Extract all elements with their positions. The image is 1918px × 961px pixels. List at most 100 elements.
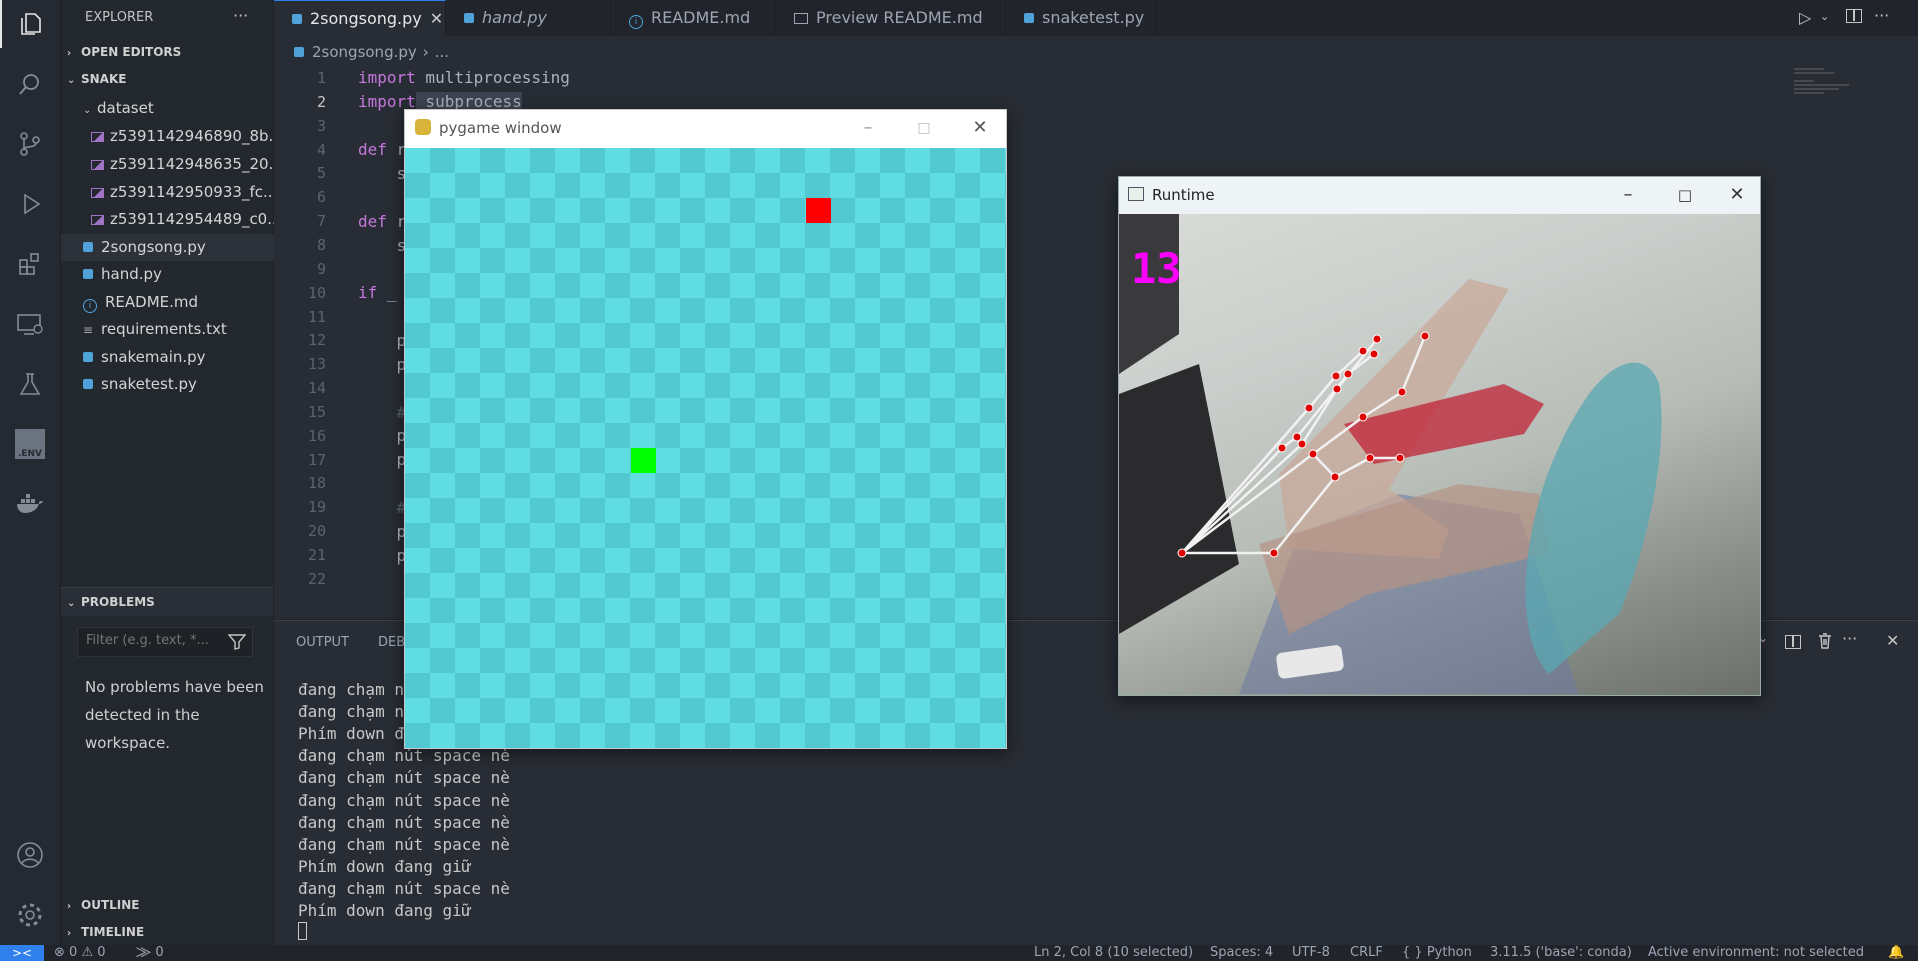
tree-file-image-2[interactable]: z5391142948635_20... [61, 151, 303, 178]
status-eol[interactable]: CRLF [1350, 945, 1383, 961]
tree-file-image-4[interactable]: z5391142954489_c0... [61, 206, 303, 233]
explorer-more-icon[interactable]: ··· [233, 6, 248, 25]
chevron-down-icon[interactable]: ⌄ [1820, 10, 1829, 23]
docker-icon[interactable] [0, 480, 60, 528]
panel-more-icon[interactable]: ··· [1842, 629, 1857, 648]
webcam-feed: 13 [1119, 214, 1760, 695]
trash-icon[interactable] [1818, 633, 1832, 653]
code-keyword: import [358, 68, 416, 87]
minimap[interactable] [1794, 66, 1864, 126]
tree-file-label: z5391142954489_c0... [110, 210, 282, 228]
code-line: p [358, 522, 407, 541]
status-environment[interactable]: Active environment: not selected [1648, 945, 1864, 961]
more-actions-icon[interactable]: ··· [1874, 6, 1889, 25]
explorer-sidebar: EXPLORER ··· › OPEN EDITORS ⌄ SNAKE ⌄ datas… [61, 0, 295, 945]
tree-file-label: snakemain.py [101, 348, 206, 366]
extensions-icon[interactable] [0, 240, 60, 288]
timeline-section[interactable]: › TIMELINE [67, 925, 279, 939]
notifications-bell-icon[interactable]: 🔔 [1888, 945, 1904, 961]
line-number: 6 [316, 188, 326, 207]
tab-readme[interactable]: i README.md [611, 0, 776, 36]
status-problems[interactable]: ⊗ 0 ⚠ 0 [54, 945, 106, 961]
tab-debug-console[interactable]: DEB [378, 635, 405, 650]
search-icon[interactable] [0, 60, 60, 108]
status-indentation[interactable]: Spaces: 4 [1210, 945, 1273, 961]
minimize-icon[interactable]: – [845, 110, 891, 146]
chevron-down-icon: ⌄ [67, 598, 76, 609]
close-icon[interactable]: ✕ [957, 110, 1003, 146]
terminal-line: Phím down đa [298, 724, 414, 744]
tree-file-snakemain[interactable]: snakemain.py [61, 344, 295, 371]
tab-preview-readme[interactable]: Preview README.md [776, 0, 1006, 36]
tree-folder-dataset[interactable]: ⌄ dataset [61, 95, 295, 122]
close-icon[interactable]: ✕ [1714, 177, 1760, 213]
snake-folder-section[interactable]: ⌄ SNAKE [67, 72, 279, 86]
game-board[interactable] [405, 148, 1006, 748]
pygame-window[interactable]: pygame window – □ ✕ [404, 109, 1007, 749]
close-panel-icon[interactable]: ✕ [1886, 631, 1899, 650]
editor-tabbar: 2songsong.py ✕ hand.py i README.md Preview… [274, 0, 1918, 36]
tree-file-hand[interactable]: hand.py [61, 261, 295, 288]
folder-label: SNAKE [81, 72, 127, 86]
split-terminal-icon[interactable] [1785, 635, 1801, 649]
code-keyword: def [358, 140, 387, 159]
run-icon[interactable]: ▷ [1799, 8, 1811, 27]
image-file-icon [91, 160, 104, 170]
problems-filter-field[interactable] [77, 627, 253, 657]
problems-message: No problems have been detected in the wo… [85, 673, 265, 757]
remote-explorer-icon[interactable] [0, 300, 60, 348]
tab-output[interactable]: OUTPUT [296, 635, 349, 650]
tree-file-image-3[interactable]: z5391142950933_fc... [61, 179, 303, 206]
tree-file-snaketest[interactable]: snaketest.py [61, 371, 295, 398]
tab-hand[interactable]: hand.py [446, 0, 611, 36]
open-editors-section[interactable]: › OPEN EDITORS [67, 45, 279, 59]
filter-icon[interactable] [228, 634, 246, 650]
maximize-icon[interactable]: □ [1662, 177, 1708, 213]
tree-file-2songsong[interactable]: 2songsong.py [61, 234, 295, 261]
tree-file-image-1[interactable]: z5391142946890_8b... [61, 123, 303, 150]
image-file-icon [91, 132, 104, 142]
status-cursor-position[interactable]: Ln 2, Col 8 (10 selected) [1034, 945, 1193, 961]
runtime-titlebar[interactable]: Runtime – □ ✕ [1119, 177, 1760, 213]
ports-count: 0 [155, 945, 164, 960]
run-debug-icon[interactable] [0, 180, 60, 228]
code-line: p [358, 546, 407, 565]
split-editor-icon[interactable] [1846, 9, 1862, 23]
language-label: Python [1426, 945, 1472, 960]
files-icon[interactable] [0, 0, 60, 48]
settings-gear-icon[interactable] [0, 891, 60, 939]
code-line: def r [358, 140, 406, 159]
problems-filter-input[interactable] [84, 632, 218, 649]
tab-snaketest[interactable]: snaketest.py [1006, 0, 1156, 36]
problems-header[interactable]: ⌄ PROBLEMS [61, 587, 273, 616]
breadcrumb-symbol[interactable]: ... [435, 43, 449, 61]
pygame-title: pygame window [439, 119, 562, 137]
remote-indicator-icon[interactable]: >< [0, 945, 44, 961]
minimize-icon[interactable]: – [1605, 177, 1651, 213]
tree-file-readme[interactable]: i README.md [61, 289, 295, 316]
breadcrumb-file[interactable]: 2songsong.py [312, 43, 417, 61]
env-icon[interactable]: .ENV [0, 420, 60, 468]
status-ports[interactable]: ⨠ 0 [136, 945, 164, 961]
code-keyword: if [358, 283, 378, 302]
pygame-titlebar[interactable]: pygame window – □ ✕ [405, 110, 1006, 146]
account-icon[interactable] [0, 831, 60, 879]
status-interpreter[interactable]: 3.11.5 ('base': conda) [1490, 945, 1632, 961]
source-control-icon[interactable] [0, 120, 60, 168]
code-line: def r [358, 212, 406, 231]
tree-file-requirements[interactable]: ≡ requirements.txt [61, 316, 295, 343]
runtime-window[interactable]: Runtime – □ ✕ 13 [1118, 176, 1761, 696]
terminal-line: đang chạm nú [298, 680, 414, 699]
terminal-line: đang chạm nút space nè [298, 746, 510, 766]
code-line: p [358, 450, 407, 469]
code-line: s [358, 164, 407, 183]
testing-icon[interactable] [0, 360, 60, 408]
maximize-icon[interactable]: □ [901, 110, 947, 146]
status-encoding[interactable]: UTF-8 [1292, 945, 1330, 961]
terminal-line: đang chạm nút space nè [298, 768, 510, 788]
explorer-title: EXPLORER [85, 10, 154, 25]
status-language[interactable]: { } Python [1402, 945, 1472, 961]
outline-section[interactable]: › OUTLINE [67, 898, 279, 912]
tab-2songsong[interactable]: 2songsong.py ✕ [274, 0, 446, 36]
close-icon[interactable]: ✕ [430, 9, 443, 28]
